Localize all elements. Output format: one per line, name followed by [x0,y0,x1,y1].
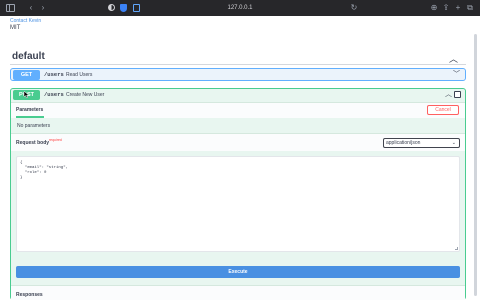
cancel-button[interactable]: Cancel [427,105,459,115]
sidebar-toggle-icon[interactable] [6,4,15,12]
parameters-tab[interactable]: Parameters [16,107,43,113]
no-parameters-text: No parameters [17,123,51,129]
resize-handle-icon[interactable] [455,247,458,250]
parameters-header: Parameters Cancel [11,102,465,118]
back-arrow-icon[interactable]: ‹ [27,4,35,12]
content-type-value: application/json [386,140,421,146]
operation-summary: Create New User [66,92,105,98]
download-icon[interactable]: ⊕ [430,4,438,12]
operation-header[interactable]: POST /users Create New User ︿ [11,89,465,101]
tag-divider [10,64,466,65]
required-badge: required [49,138,62,142]
request-body-label: Request body [16,140,50,146]
tag-title[interactable]: default [12,51,45,62]
operation-get-users[interactable]: GET /users Read Users ﹀ [10,68,466,81]
plus-icon[interactable]: + [454,4,462,12]
operation-header[interactable]: GET /users Read Users ﹀ [11,69,465,81]
chevron-down-icon: ⌄ [451,140,456,146]
extension-icon[interactable] [133,4,140,12]
tabs-overview-icon[interactable]: ⧉ [466,4,474,12]
lock-icon[interactable] [454,91,461,98]
request-body-header: Request body required application/json ⌄ [11,133,465,151]
operation-post-users[interactable]: POST /users Create New User ︿ Parameters… [10,88,466,300]
contact-link[interactable]: Contact Kevin [10,18,41,24]
shield-icon[interactable] [120,4,127,12]
refresh-icon[interactable]: ↻ [350,4,358,12]
license-text: MIT [10,25,21,31]
request-body-text[interactable]: { "email": "string", "role": 0 } [20,161,68,181]
page-scrollbar[interactable] [474,34,477,296]
responses-label: Responses [16,292,43,298]
operation-path: /users [44,91,64,98]
chevron-down-icon[interactable]: ﹀ [453,69,460,81]
half-moon-icon[interactable] [108,4,115,11]
execute-button[interactable]: Execute [16,266,460,278]
method-badge-get: GET [13,70,40,80]
forward-arrow-icon[interactable]: › [39,4,47,12]
address-bar[interactable]: 127.0.0.1 [220,3,260,13]
content-type-select[interactable]: application/json ⌄ [383,138,460,148]
mouse-cursor-icon [24,91,30,98]
operation-path: /users [44,71,64,78]
tab-active-indicator [16,116,44,118]
share-icon[interactable]: ⇪ [442,4,450,12]
chevron-up-icon[interactable]: ︿ [445,89,452,101]
operation-summary: Read Users [66,72,93,78]
browser-toolbar: ‹ › 127.0.0.1 ↻ ⊕ ⇪ + ⧉ [0,0,480,16]
request-body-editor[interactable]: { "email": "string", "role": 0 } [16,156,460,252]
responses-header: Responses [11,285,465,300]
